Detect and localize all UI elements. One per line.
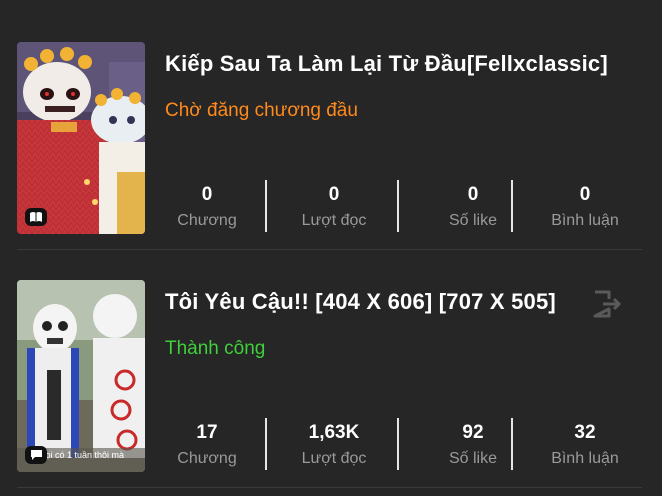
- stat-value: 0: [467, 184, 479, 205]
- stat-label: Chương: [177, 212, 237, 229]
- book-icon: [25, 208, 47, 226]
- story-title[interactable]: Kiếp Sau Ta Làm Lại Từ Đầu[Fellxclassic]: [165, 50, 625, 78]
- stat-comments: 0 Bình luận: [535, 178, 635, 234]
- stat-chapters: 0 Chương: [165, 178, 249, 234]
- stat-value: 1,63K: [308, 422, 360, 443]
- stat-divider: [397, 418, 399, 470]
- stat-comments: 32 Bình luận: [535, 416, 635, 472]
- stat-label: Lượt đọc: [301, 450, 367, 467]
- stat-value: 0: [201, 184, 213, 205]
- stat-value: 0: [579, 184, 591, 205]
- story-card[interactable]: Mọi có 1 tuần thôi mà Tôi Yêu Cậu!! [404…: [17, 280, 642, 488]
- story-stats: 0 Chương 0 Lượt đọc 0 Số like 0 Bình luậ…: [165, 178, 631, 234]
- stat-divider: [265, 418, 267, 470]
- story-title[interactable]: Tôi Yêu Cậu!! [404 X 606] [707 X 505]: [165, 288, 575, 316]
- stat-label: Bình luận: [551, 212, 619, 229]
- stat-divider: [397, 180, 399, 232]
- stat-divider: [265, 180, 267, 232]
- stat-value: 92: [462, 422, 484, 443]
- story-status: Chờ đăng chương đầu: [165, 100, 358, 121]
- stat-reads: 0 Lượt đọc: [289, 178, 379, 234]
- story-stats: 17 Chương 1,63K Lượt đọc 92 Số like 32 B…: [165, 416, 631, 472]
- story-card[interactable]: Kiếp Sau Ta Làm Lại Từ Đầu[Fellxclassic]…: [17, 42, 642, 250]
- exit-icon[interactable]: [591, 288, 623, 320]
- stat-reads: 1,63K Lượt đọc: [289, 416, 379, 472]
- stat-value: 32: [574, 422, 596, 443]
- story-cover-image[interactable]: Mọi có 1 tuần thôi mà: [17, 280, 145, 472]
- stat-likes: 0 Số like: [425, 178, 521, 234]
- stat-label: Số like: [448, 450, 498, 467]
- story-cover-image[interactable]: [17, 42, 145, 234]
- stat-value: 17: [196, 422, 218, 443]
- story-status: Thành công: [165, 338, 266, 359]
- stat-label: Số like: [448, 212, 498, 229]
- stat-divider: [511, 180, 513, 232]
- stat-chapters: 17 Chương: [165, 416, 249, 472]
- chat-icon: [25, 446, 47, 464]
- stat-divider: [511, 418, 513, 470]
- stat-value: 0: [328, 184, 340, 205]
- stat-likes: 92 Số like: [425, 416, 521, 472]
- stat-label: Bình luận: [551, 450, 619, 467]
- stat-label: Chương: [177, 450, 237, 467]
- stat-label: Lượt đọc: [301, 212, 367, 229]
